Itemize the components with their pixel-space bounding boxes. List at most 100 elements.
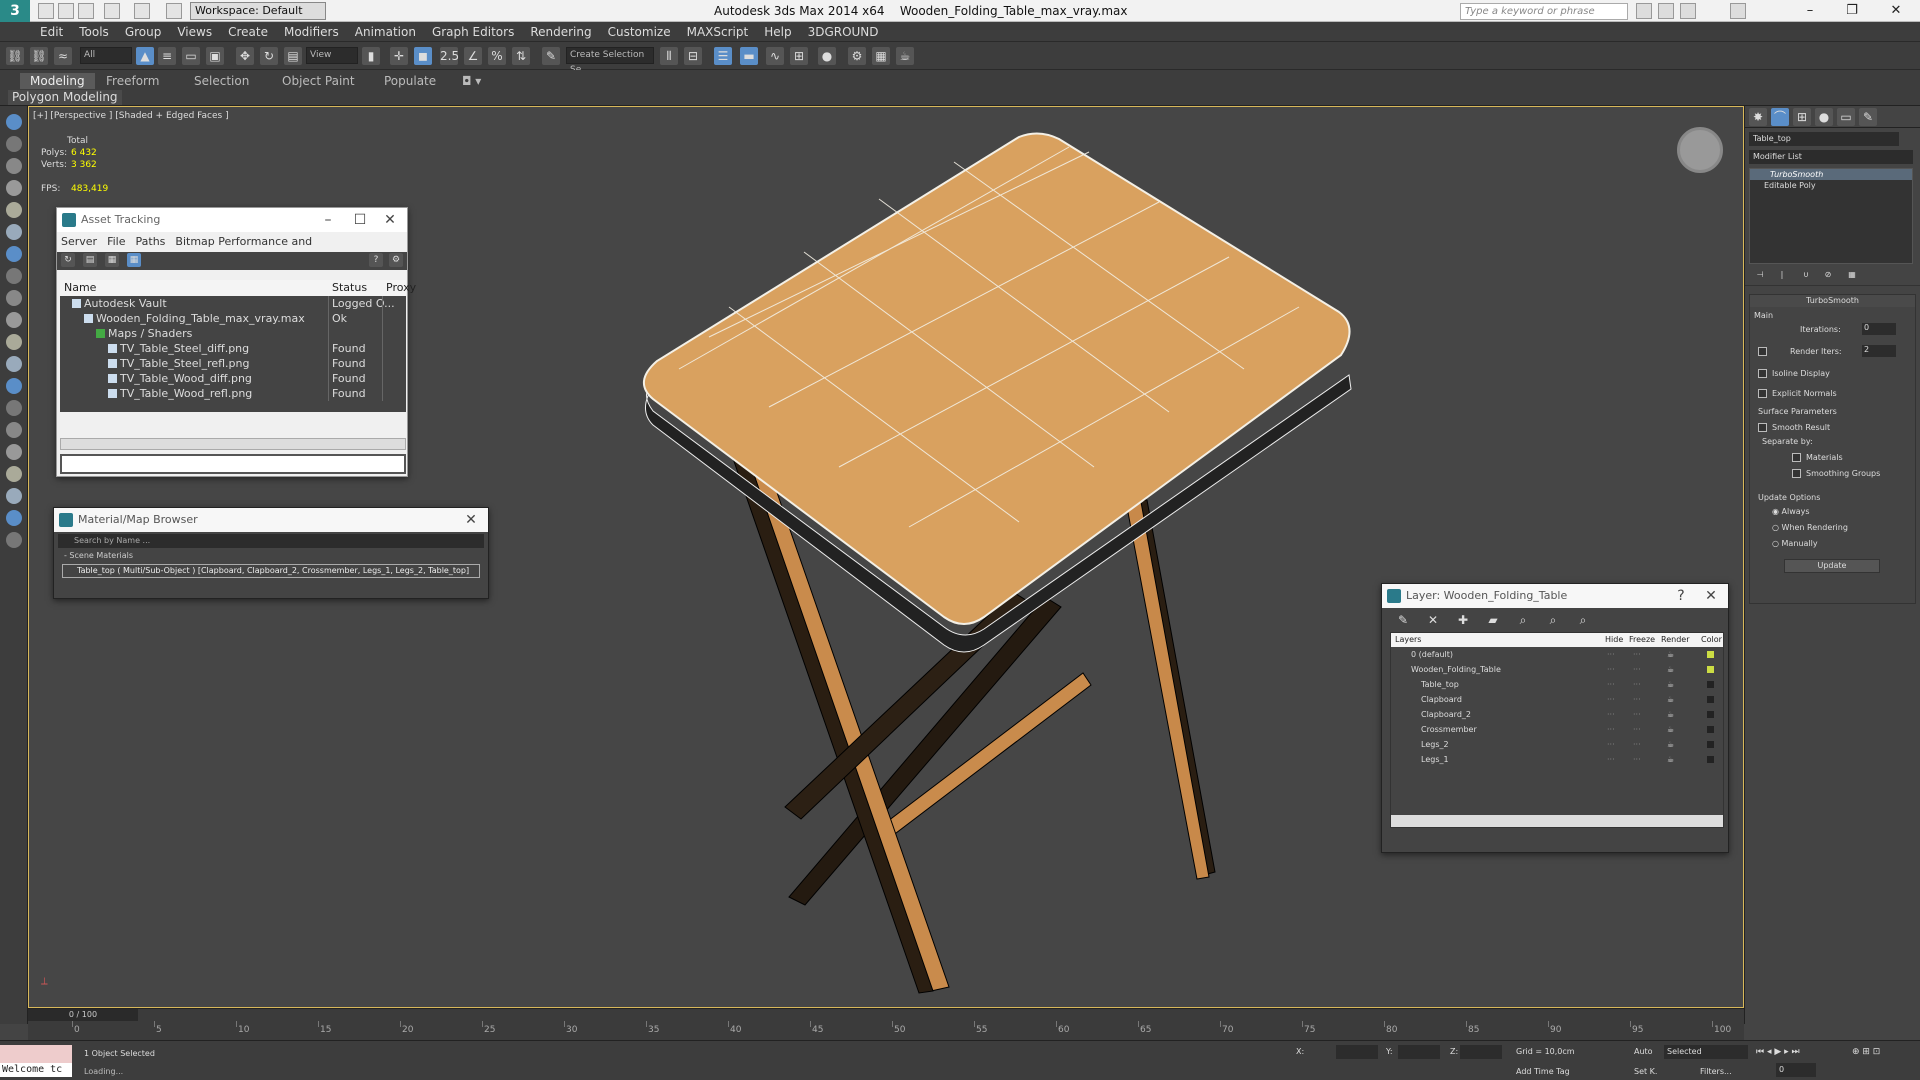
asset-row[interactable]: TV_Table_Steel_refl.png Found <box>60 356 406 371</box>
smoothing-groups-checkbox[interactable] <box>1792 469 1801 478</box>
hide-toggle[interactable]: ··· <box>1607 677 1615 692</box>
layer-delete-icon[interactable]: ✕ <box>1424 611 1442 629</box>
spinner-snap-icon[interactable]: ⇅ <box>512 47 530 65</box>
asset-hscrollbar[interactable] <box>60 438 406 450</box>
freeze-toggle[interactable]: ··· <box>1633 722 1641 737</box>
layer-row[interactable]: Legs_1 ··· ··· ☕ <box>1391 752 1723 767</box>
render-production-icon[interactable]: ☕ <box>896 47 914 65</box>
ribbon-tab-freeform[interactable]: Freeform <box>96 73 169 89</box>
make-unique-icon[interactable]: ∪ <box>1799 268 1813 282</box>
manually-radio[interactable]: ○ Manually <box>1772 539 1818 548</box>
app-logo-icon[interactable]: 3 <box>0 0 30 22</box>
mirror-icon[interactable]: ⫴ <box>660 47 678 65</box>
layer-col-hide[interactable]: Hide <box>1605 633 1623 647</box>
hide-toggle[interactable]: ··· <box>1607 692 1615 707</box>
snaps-toggle-icon[interactable]: 2.5 <box>440 47 459 65</box>
tree-icon[interactable] <box>6 422 22 438</box>
asset-close-icon[interactable]: ✕ <box>375 208 405 232</box>
material-browser-close-icon[interactable]: ✕ <box>456 508 486 532</box>
configure-sets-icon[interactable]: ▦ <box>1845 268 1859 282</box>
search-input[interactable]: Type a keyword or phrase <box>1460 3 1628 20</box>
teapot-icon[interactable]: ☕ <box>1667 692 1674 707</box>
menu-animation[interactable]: Animation <box>347 22 424 42</box>
asset-row[interactable]: Maps / Shaders <box>60 326 406 341</box>
window-crossing-icon[interactable]: ▣ <box>206 47 224 65</box>
selection-filter-dropdown[interactable]: All <box>80 47 132 64</box>
maxscript-listener[interactable] <box>0 1045 72 1063</box>
ribbon-tab-selection[interactable]: Selection <box>184 73 259 89</box>
asset-menu-paths[interactable]: Paths <box>136 235 166 248</box>
material-search-input[interactable]: Search by Name ... <box>58 534 484 548</box>
scene-materials-group[interactable]: - Scene Materials <box>54 550 488 562</box>
hide-icon[interactable] <box>6 158 22 174</box>
freeze-icon[interactable] <box>6 180 22 196</box>
asset-row[interactable]: TV_Table_Wood_refl.png Found <box>60 386 406 401</box>
teapot-icon[interactable]: ☕ <box>1667 752 1674 767</box>
stack-turbosmooth[interactable]: TurboSmooth <box>1750 169 1912 180</box>
star-icon[interactable] <box>1680 3 1696 19</box>
layer-row[interactable]: Clapboard_2 ··· ··· ☕ <box>1391 707 1723 722</box>
welcome-text[interactable]: Welcome tc <box>0 1063 72 1077</box>
smooth-result-checkbox[interactable] <box>1758 423 1767 432</box>
layer-help-icon[interactable]: ? <box>1666 584 1696 608</box>
asset-row[interactable]: Autodesk Vault Logged O... <box>60 296 406 311</box>
grid-icon[interactable] <box>6 136 22 152</box>
layer-col-color[interactable]: Color <box>1701 633 1722 647</box>
layer-col-layers[interactable]: Layers <box>1395 633 1421 647</box>
layer-row[interactable]: Legs_2 ··· ··· ☕ <box>1391 737 1723 752</box>
col-proxy[interactable]: Proxy <box>386 280 416 296</box>
asset-menu-server[interactable]: Server <box>61 235 97 248</box>
layer-color-swatch[interactable] <box>1707 726 1714 733</box>
layer-highlight-icon[interactable]: ⌕ <box>1544 611 1562 629</box>
add-time-tag[interactable]: Add Time Tag <box>1516 1067 1570 1076</box>
col-status[interactable]: Status <box>332 280 367 296</box>
hide-toggle[interactable]: ··· <box>1607 722 1615 737</box>
workspace-dropdown[interactable]: Workspace: Default <box>190 2 326 20</box>
move-icon[interactable]: ✥ <box>236 47 254 65</box>
layer-row[interactable]: Clapboard ··· ··· ☕ <box>1391 692 1723 707</box>
plane-icon[interactable] <box>6 378 22 394</box>
schematic-view-icon[interactable]: ⊞ <box>790 47 808 65</box>
asset-tracking-header[interactable]: Asset Tracking – ☐ ✕ <box>57 208 407 232</box>
material-editor-icon[interactable]: ● <box>818 47 836 65</box>
viewport-nav-controls[interactable]: ⊕ ⊞ ⊡ <box>1852 1047 1880 1057</box>
minimize-icon[interactable]: – <box>1790 0 1830 22</box>
modifier-list-dropdown[interactable]: Modifier List <box>1749 150 1913 164</box>
unlink-icon[interactable]: ⛓ <box>30 47 48 65</box>
render-iters-checkbox[interactable] <box>1758 347 1767 356</box>
layer-color-swatch[interactable] <box>1707 696 1714 703</box>
reference-coord-dropdown[interactable]: View <box>306 47 358 64</box>
freeze-toggle[interactable]: ··· <box>1633 707 1641 722</box>
select-manipulate-icon[interactable]: ✛ <box>390 47 408 65</box>
layer-color-swatch[interactable] <box>1707 681 1714 688</box>
new-file-icon[interactable] <box>38 3 54 19</box>
named-selection-dropdown[interactable]: Create Selection Se <box>566 47 654 75</box>
undo-icon[interactable] <box>104 3 120 19</box>
create-tab-icon[interactable]: ✸ <box>1749 108 1767 126</box>
asset-minimize-icon[interactable]: – <box>313 208 343 232</box>
x-field[interactable] <box>1336 1045 1378 1059</box>
asset-row[interactable]: TV_Table_Steel_diff.png Found <box>60 341 406 356</box>
isoline-checkbox[interactable] <box>1758 369 1767 378</box>
layer-color-swatch[interactable] <box>1707 651 1714 658</box>
stack-editable-poly[interactable]: Editable Poly <box>1750 180 1912 191</box>
show-end-result-icon[interactable]: | <box>1775 268 1789 282</box>
asset-table-icon[interactable]: ▦ <box>127 253 141 267</box>
rotate-icon[interactable]: ↻ <box>260 47 278 65</box>
hierarchy-tab-icon[interactable]: ⊞ <box>1793 108 1811 126</box>
redo-icon[interactable] <box>134 3 150 19</box>
utilities-tab-icon[interactable]: ✎ <box>1859 108 1877 126</box>
layer-color-swatch[interactable] <box>1707 741 1714 748</box>
scale-icon[interactable]: ▤ <box>284 47 302 65</box>
menu-rendering[interactable]: Rendering <box>522 22 599 42</box>
help-icon[interactable] <box>6 532 22 548</box>
viewcube-icon[interactable] <box>1677 127 1723 173</box>
move-icon[interactable] <box>6 246 22 262</box>
object-icon[interactable] <box>6 444 22 460</box>
render-setup-icon[interactable]: ⚙ <box>848 47 866 65</box>
hide-toggle[interactable]: ··· <box>1607 752 1615 767</box>
sphere-icon[interactable] <box>6 488 22 504</box>
edit-named-selection-icon[interactable]: ✎ <box>542 47 560 65</box>
modify-tab-icon[interactable]: ⌒ <box>1771 108 1789 126</box>
layer-new-icon[interactable]: ✎ <box>1394 611 1412 629</box>
